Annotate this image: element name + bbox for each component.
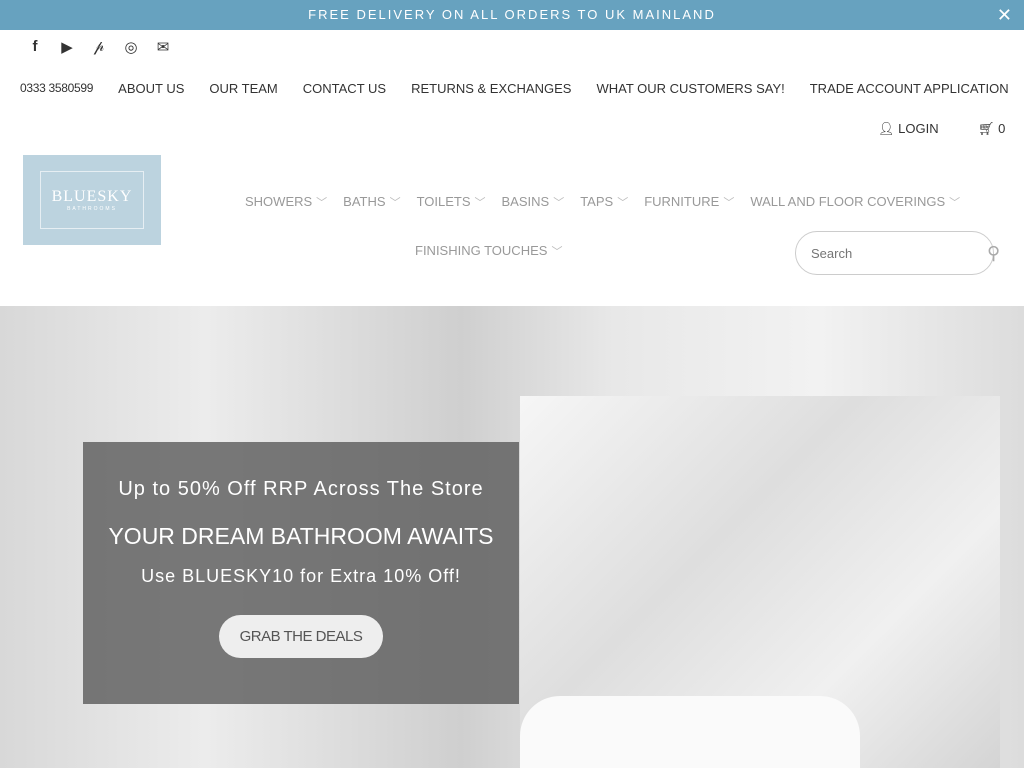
- promo-text: FREE DELIVERY ON ALL ORDERS TO UK MAINLA…: [308, 7, 716, 22]
- hero-banner: Up to 50% Off RRP Across The Store YOUR …: [0, 306, 1024, 768]
- nav-contact-us[interactable]: CONTACT US: [303, 81, 386, 96]
- logo-sub: BATHROOMS: [67, 206, 117, 212]
- nav-testimonials[interactable]: WHAT OUR CUSTOMERS SAY!: [596, 81, 784, 96]
- nav-wall-floor[interactable]: WALL AND FLOOR COVERINGS ﹀: [750, 194, 960, 210]
- search-icon[interactable]: ⚲: [987, 243, 1000, 264]
- hero-caption: Up to 50% Off RRP Across The Store YOUR …: [83, 442, 519, 704]
- cart-link[interactable]: 🛒︎ 0: [978, 121, 1005, 137]
- close-icon[interactable]: ✕: [997, 0, 1012, 30]
- nav-returns[interactable]: RETURNS & EXCHANGES: [411, 81, 571, 96]
- search-box: ⚲: [795, 231, 1000, 275]
- chevron-down-icon: ﹀: [316, 197, 328, 209]
- pinterest-icon[interactable]: 𝓅: [90, 38, 108, 56]
- user-icon: 👤︎: [878, 121, 899, 136]
- nav-finishing-touches[interactable]: FINISHING TOUCHES ﹀: [415, 243, 562, 259]
- nav-taps[interactable]: TAPS ﹀: [580, 194, 628, 210]
- nav-our-team[interactable]: OUR TEAM: [209, 81, 277, 96]
- hero-line-1: Up to 50% Off RRP Across The Store: [118, 478, 484, 500]
- hero-image-bathtub: [520, 696, 860, 768]
- facebook-icon[interactable]: f: [26, 38, 44, 56]
- grab-deals-button[interactable]: GRAB THE DEALS: [218, 615, 384, 658]
- chevron-down-icon: ﹀: [474, 197, 486, 209]
- youtube-icon[interactable]: ▶: [58, 38, 76, 56]
- cart-count: 0: [998, 121, 1006, 136]
- email-icon[interactable]: ✉: [154, 38, 172, 56]
- nav-showers[interactable]: SHOWERS ﹀: [245, 194, 327, 210]
- nav-basins[interactable]: BASINS ﹀: [502, 194, 565, 210]
- promo-bar: FREE DELIVERY ON ALL ORDERS TO UK MAINLA…: [0, 0, 1024, 30]
- chevron-down-icon: ﹀: [389, 197, 401, 209]
- social-links: f ▶ 𝓅 ◎ ✉: [26, 38, 172, 56]
- login-link[interactable]: 👤︎ LOGIN: [878, 121, 939, 137]
- chevron-down-icon: ﹀: [723, 197, 735, 209]
- chevron-down-icon: ﹀: [551, 246, 563, 258]
- nav-baths[interactable]: BATHS ﹀: [343, 194, 400, 210]
- login-label: LOGIN: [898, 121, 939, 136]
- main-nav: SHOWERS ﹀ BATHS ﹀ TOILETS ﹀ BASINS ﹀ TAPS ﹀ F…: [245, 194, 960, 210]
- logo-name: BLUESKY: [51, 188, 133, 205]
- nav-about-us[interactable]: ABOUT US: [118, 81, 184, 96]
- hero-title: YOUR DREAM BATHROOM AWAITS: [108, 523, 494, 549]
- nav-toilets[interactable]: TOILETS ﹀: [417, 194, 486, 210]
- search-input[interactable]: [811, 245, 987, 261]
- top-nav: 0333 3580599 ABOUT US OUR TEAM CONTACT U…: [20, 81, 1009, 96]
- chevron-down-icon: ﹀: [617, 197, 629, 209]
- hero-line-3: Use BLUESKY10 for Extra 10% Off!: [141, 566, 461, 586]
- chevron-down-icon: ﹀: [553, 197, 565, 209]
- nav-trade-account[interactable]: TRADE ACCOUNT APPLICATION: [810, 81, 1009, 96]
- logo[interactable]: BLUESKY BATHROOMS: [23, 155, 161, 245]
- cart-icon: 🛒︎: [978, 121, 999, 136]
- instagram-icon[interactable]: ◎: [122, 38, 140, 56]
- phone-link[interactable]: 0333 3580599: [20, 81, 93, 96]
- chevron-down-icon: ﹀: [949, 197, 961, 209]
- nav-furniture[interactable]: FURNITURE ﹀: [644, 194, 734, 210]
